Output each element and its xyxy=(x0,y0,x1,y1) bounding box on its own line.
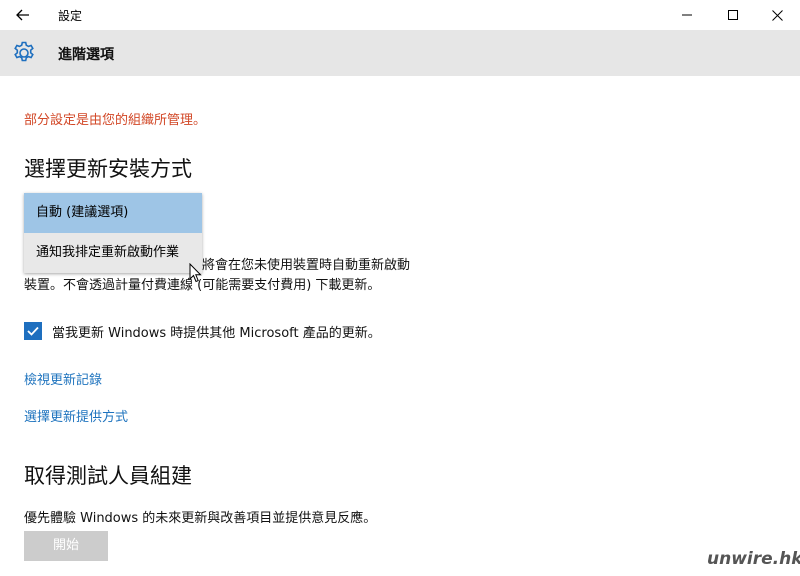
start-button[interactable]: 開始 xyxy=(24,531,108,561)
maximize-button[interactable] xyxy=(710,0,756,30)
close-icon xyxy=(771,9,783,21)
maximize-icon xyxy=(728,10,738,20)
page-header: 進階選項 xyxy=(0,30,800,76)
choose-delivery-link[interactable]: 選擇更新提供方式 xyxy=(24,406,128,425)
install-method-dropdown[interactable]: 自動 (建議選項) 通知我排定重新啟動作業 xyxy=(24,193,202,273)
gear-icon xyxy=(14,41,34,62)
insider-description: 優先體驗 Windows 的未來更新與改善項目並提供意見反應。 xyxy=(24,511,377,526)
other-products-checkbox-label: 當我更新 Windows 時提供其他 Microsoft 產品的更新。 xyxy=(52,325,381,341)
option-notify-schedule-restart[interactable]: 通知我排定重新啟動作業 xyxy=(24,233,202,273)
other-products-checkbox[interactable] xyxy=(24,322,42,340)
minimize-icon xyxy=(682,14,692,16)
back-button[interactable] xyxy=(10,4,36,26)
managed-notice: 部分設定是由您的組織所管理。 xyxy=(24,113,207,128)
back-arrow-icon xyxy=(16,9,29,21)
window-title: 設定 xyxy=(58,9,83,23)
mouse-cursor-icon xyxy=(189,263,202,283)
minimize-button[interactable] xyxy=(664,0,710,30)
other-products-checkbox-row[interactable]: 當我更新 Windows 時提供其他 Microsoft 產品的更新。 xyxy=(24,320,381,342)
page-title: 進階選項 xyxy=(58,47,114,63)
title-bar: 設定 xyxy=(0,0,800,30)
install-method-heading: 選擇更新安裝方式 xyxy=(24,157,192,181)
insider-heading: 取得測試人員組建 xyxy=(24,464,192,488)
close-button[interactable] xyxy=(754,0,800,30)
description-line-1: 將會在您未使用裝置時自動重新啟動 xyxy=(202,258,411,273)
watermark-logo: unwire.hk xyxy=(707,549,800,569)
checkmark-icon xyxy=(27,326,39,336)
view-update-history-link[interactable]: 檢視更新記錄 xyxy=(24,369,102,388)
option-automatic[interactable]: 自動 (建議選項) xyxy=(24,193,202,233)
